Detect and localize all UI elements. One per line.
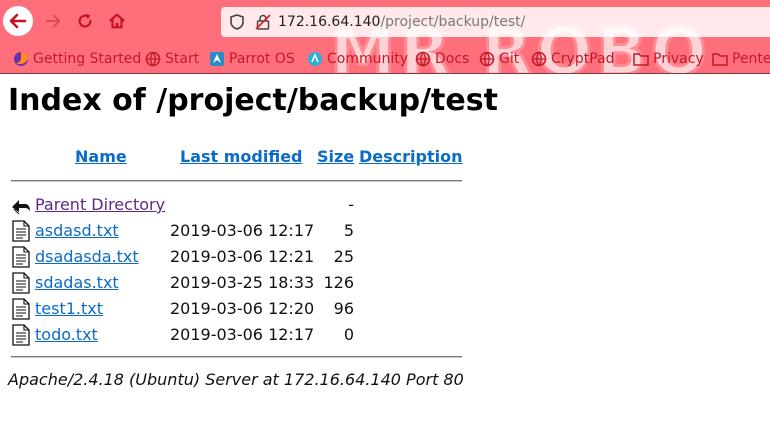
bookmark-label: Git — [499, 51, 520, 67]
browser-toolbar: MR ROBO 172.16.64.140/project/backup/tes… — [0, 0, 770, 73]
bookmark-git[interactable]: Git — [479, 49, 519, 69]
bookmark-cryptpad[interactable]: CryptPad — [531, 49, 614, 69]
forward-button[interactable] — [40, 8, 66, 34]
file-link[interactable]: sdadas.txt — [35, 273, 119, 292]
folder-icon — [712, 51, 728, 67]
bookmarks-toolbar: Getting Started Start Parrot OS Communit… — [0, 46, 770, 72]
bookmark-getting-started[interactable]: Getting Started — [13, 49, 141, 69]
file-modified: 2019-03-06 12:17 — [170, 221, 315, 240]
file-row: todo.txt 2019-03-06 12:17 0 — [0, 321, 470, 347]
url-text[interactable]: 172.16.64.140/project/backup/test/ — [278, 14, 525, 30]
firefox-icon — [13, 51, 29, 67]
address-bar[interactable]: 172.16.64.140/project/backup/test/ — [221, 7, 770, 37]
bookmark-docs[interactable]: Docs — [415, 49, 469, 69]
table-divider-top — [11, 180, 462, 182]
file-modified: 2019-03-06 12:21 — [170, 247, 315, 266]
file-size: 25 — [333, 247, 354, 266]
file-link[interactable]: test1.txt — [35, 299, 103, 318]
shield-icon[interactable] — [225, 7, 249, 37]
bookmark-community[interactable]: Community — [307, 49, 408, 69]
bookmark-label: Parrot OS — [229, 51, 295, 67]
toolbar-divider — [0, 73, 770, 74]
bookmark-label: Getting Started — [33, 51, 142, 67]
column-header-last-modified[interactable]: Last modified — [180, 147, 303, 166]
bookmark-label: Privacy — [653, 51, 704, 67]
file-row: sdadas.txt 2019-03-25 18:33 126 — [0, 269, 470, 295]
text-file-icon — [12, 272, 30, 294]
file-size: 126 — [323, 273, 354, 292]
parent-directory-link[interactable]: Parent Directory — [35, 195, 165, 214]
file-size: 0 — [343, 325, 354, 344]
file-size: 96 — [333, 299, 354, 318]
arrow-right-icon — [45, 14, 61, 28]
bookmark-folder-privacy[interactable]: Privacy — [633, 49, 704, 69]
column-header-name[interactable]: Name — [75, 147, 127, 166]
file-row: test1.txt 2019-03-06 12:20 96 — [0, 295, 470, 321]
bookmark-folder-pente[interactable]: Pente — [712, 49, 770, 69]
bookmark-label: Community — [327, 51, 409, 67]
file-modified: 2019-03-25 18:33 — [170, 273, 315, 292]
file-size: - — [348, 195, 354, 214]
file-row: dsadasda.txt 2019-03-06 12:21 25 — [0, 243, 470, 269]
text-file-icon — [12, 220, 30, 242]
page-title: Index of /project/backup/test — [8, 83, 498, 118]
file-modified: 2019-03-06 12:20 — [170, 299, 315, 318]
reload-icon — [78, 13, 92, 28]
globe-icon — [479, 51, 495, 67]
home-icon — [109, 13, 125, 29]
back-arrow-icon — [12, 200, 30, 215]
file-link[interactable]: dsadasda.txt — [35, 247, 139, 266]
server-signature: Apache/2.4.18 (Ubuntu) Server at 172.16.… — [8, 370, 464, 389]
bookmark-label: Pente — [732, 51, 770, 67]
text-file-icon — [12, 298, 30, 320]
url-host: 172.16.64.140 — [278, 14, 381, 30]
community-icon — [307, 51, 323, 67]
column-header-description[interactable]: Description — [359, 147, 462, 166]
insecure-lock-icon[interactable] — [251, 7, 275, 37]
table-divider-bottom — [11, 356, 462, 358]
globe-icon — [531, 51, 547, 67]
bookmark-parrot-os[interactable]: Parrot OS — [209, 49, 295, 69]
folder-icon — [633, 51, 649, 67]
arrow-left-icon — [9, 13, 27, 29]
column-header-size[interactable]: Size — [317, 147, 354, 166]
home-button[interactable] — [104, 8, 130, 34]
parent-directory-row: Parent Directory - — [0, 191, 470, 217]
file-size: 5 — [343, 221, 354, 240]
text-file-icon — [12, 324, 30, 346]
text-file-icon — [12, 246, 30, 268]
file-link[interactable]: todo.txt — [35, 325, 98, 344]
url-path: /project/backup/test/ — [380, 14, 526, 30]
file-link[interactable]: asdasd.txt — [35, 221, 119, 240]
parrot-icon — [209, 51, 225, 67]
file-modified: 2019-03-06 12:17 — [170, 325, 315, 344]
reload-button[interactable] — [72, 8, 98, 34]
globe-icon — [145, 51, 161, 67]
bookmark-label: Docs — [435, 51, 470, 67]
back-button[interactable] — [3, 6, 33, 36]
globe-icon — [415, 51, 431, 67]
bookmark-start[interactable]: Start — [145, 49, 199, 69]
file-row: asdasd.txt 2019-03-06 12:17 5 — [0, 217, 470, 243]
bookmark-label: CryptPad — [551, 51, 615, 67]
bookmark-label: Start — [165, 51, 200, 67]
